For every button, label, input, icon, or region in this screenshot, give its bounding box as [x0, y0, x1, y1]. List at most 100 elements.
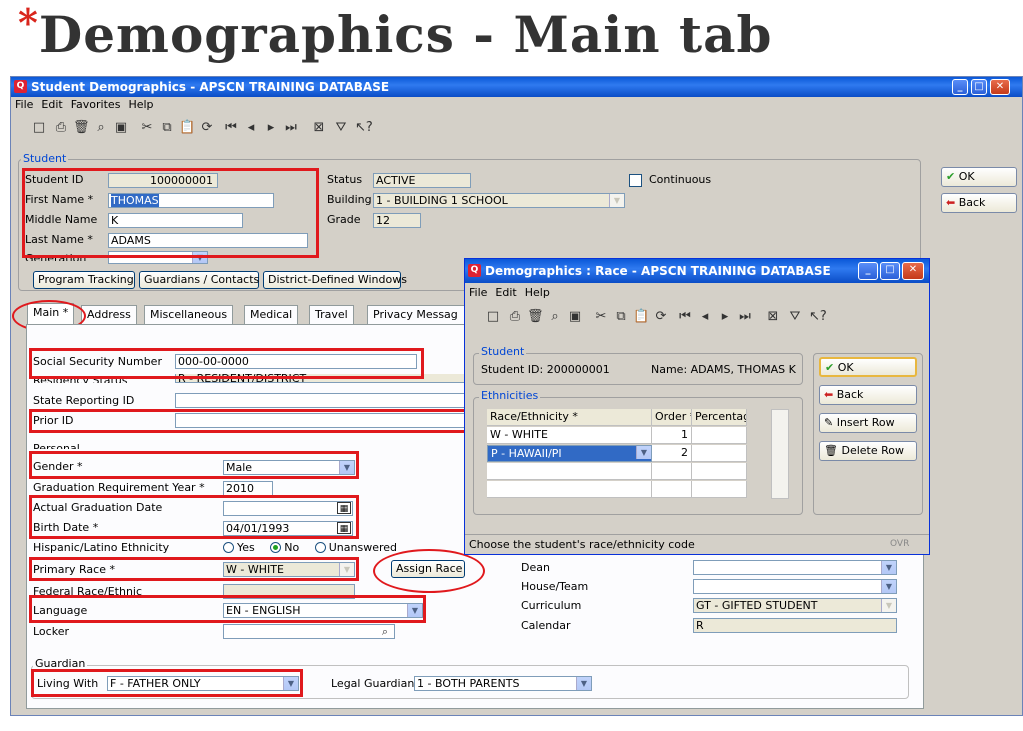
- annotation-box-race: [29, 557, 359, 581]
- continuous-checkbox[interactable]: [629, 174, 642, 187]
- tab-miscellaneous[interactable]: Miscellaneous: [144, 305, 234, 325]
- tab-privacy[interactable]: Privacy Messag: [367, 305, 465, 325]
- program-tracking-button[interactable]: Program Tracking: [33, 271, 135, 289]
- grad-year-field[interactable]: 2010: [223, 481, 273, 496]
- tab-address[interactable]: Address: [81, 305, 137, 325]
- pencil-icon: ✎: [824, 416, 834, 429]
- menu-help[interactable]: Help: [525, 286, 550, 299]
- delete-icon[interactable]: 🗑: [527, 309, 544, 325]
- race-dialog: Q Demographics : Race - APSCN TRAINING D…: [464, 258, 930, 555]
- copy-icon[interactable]: ⧉: [159, 120, 175, 136]
- paste-icon[interactable]: 📋: [179, 120, 195, 136]
- empty-cell[interactable]: [652, 463, 692, 480]
- dean-select[interactable]: ▼: [693, 560, 897, 575]
- race-ok-button[interactable]: ✔ OK: [819, 357, 917, 377]
- empty-cell[interactable]: [487, 463, 652, 480]
- print-icon[interactable]: ⎙: [507, 309, 523, 325]
- app-icon: Q: [468, 264, 481, 277]
- prev-record-icon[interactable]: ◂: [697, 309, 713, 325]
- open-icon[interactable]: ⌕: [93, 120, 109, 136]
- race-student-group-label: Student: [479, 345, 527, 358]
- minimize-button[interactable]: _: [858, 262, 878, 280]
- empty-cell[interactable]: [692, 463, 747, 480]
- exit-icon[interactable]: ⊠: [311, 120, 327, 136]
- refresh-icon[interactable]: ⟳: [653, 309, 669, 325]
- empty-cell[interactable]: [652, 481, 692, 498]
- radio-no-label: No: [284, 541, 300, 554]
- grade-field: 12: [373, 213, 421, 228]
- close-button[interactable]: ✕: [990, 79, 1010, 95]
- slide-title: *Demographics - Main tab: [18, 4, 772, 66]
- empty-cell[interactable]: [692, 481, 747, 498]
- race-cell-selected[interactable]: P - HAWAII/PI ▼: [487, 445, 652, 462]
- order-cell[interactable]: 1: [652, 427, 692, 444]
- title-star: *: [18, 0, 39, 45]
- new-icon[interactable]: □: [31, 120, 47, 136]
- pct-cell[interactable]: [692, 445, 747, 462]
- order-cell[interactable]: 2: [652, 445, 692, 462]
- save-icon[interactable]: ▣: [113, 120, 129, 136]
- menu-edit[interactable]: Edit: [495, 286, 516, 299]
- print-icon[interactable]: ⎙: [53, 120, 69, 136]
- exit-icon[interactable]: ⊠: [765, 309, 781, 325]
- first-record-icon[interactable]: ⏮: [223, 120, 239, 136]
- menu-favorites[interactable]: Favorites: [71, 98, 121, 111]
- next-record-icon[interactable]: ▸: [263, 120, 279, 136]
- last-record-icon[interactable]: ⏭: [283, 120, 299, 136]
- annotation-oval-assign-race: [373, 549, 485, 593]
- close-button[interactable]: ✕: [902, 262, 924, 280]
- menu-file[interactable]: File: [469, 286, 487, 299]
- insert-row-button[interactable]: ✎ Insert Row: [819, 413, 917, 433]
- ok-button[interactable]: ✔ OK: [941, 167, 1017, 187]
- new-icon[interactable]: □: [485, 309, 501, 325]
- locker-field[interactable]: ⌕: [223, 624, 395, 639]
- delete-row-button[interactable]: 🗑 Delete Row: [819, 441, 917, 461]
- radio-yes[interactable]: [223, 542, 234, 553]
- back-button[interactable]: ⬅ Back: [941, 193, 1017, 213]
- radio-unanswered[interactable]: [314, 542, 326, 553]
- district-windows-button[interactable]: District-Defined Windows: [263, 271, 407, 289]
- first-record-icon[interactable]: ⏮: [677, 309, 693, 325]
- tab-medical[interactable]: Medical: [244, 305, 299, 325]
- filter-icon[interactable]: ⛛: [333, 120, 349, 136]
- house-team-label: House/Team: [521, 580, 589, 593]
- house-team-select[interactable]: ▼: [693, 579, 897, 594]
- race-back-button[interactable]: ⬅ Back: [819, 385, 917, 405]
- last-record-icon[interactable]: ⏭: [737, 309, 753, 325]
- radio-no[interactable]: [270, 542, 282, 553]
- empty-cell[interactable]: [487, 481, 652, 498]
- legal-guardian-select[interactable]: 1 - BOTH PARENTS ▼: [414, 676, 592, 691]
- maximize-button[interactable]: □: [880, 262, 900, 280]
- cut-icon[interactable]: ✂: [593, 309, 609, 325]
- open-icon[interactable]: ⌕: [547, 309, 563, 325]
- copy-icon[interactable]: ⧉: [613, 309, 629, 325]
- filter-icon[interactable]: ⛛: [787, 309, 803, 325]
- race-menubar: File Edit Help: [465, 285, 929, 301]
- back-label: Back: [958, 196, 986, 209]
- search-icon[interactable]: ⌕: [376, 625, 394, 638]
- curriculum-value: GT - GIFTED STUDENT: [696, 599, 818, 612]
- prev-record-icon[interactable]: ◂: [243, 120, 259, 136]
- tab-travel[interactable]: Travel: [309, 305, 354, 325]
- race-cell[interactable]: W - WHITE: [487, 427, 652, 444]
- delete-icon[interactable]: 🗑: [73, 120, 90, 136]
- menu-edit[interactable]: Edit: [41, 98, 62, 111]
- next-record-icon[interactable]: ▸: [717, 309, 733, 325]
- state-reporting-field[interactable]: [175, 393, 465, 408]
- minimize-button[interactable]: _: [952, 79, 968, 95]
- save-icon[interactable]: ▣: [567, 309, 583, 325]
- menu-file[interactable]: File: [15, 98, 33, 111]
- help-pointer-icon[interactable]: ↖?: [809, 309, 827, 325]
- paste-icon[interactable]: 📋: [633, 309, 649, 325]
- annotation-box-living-with: [31, 669, 303, 697]
- maximize-button[interactable]: □: [971, 79, 987, 95]
- checkmark-icon: ✔: [946, 170, 956, 183]
- back-arrow-icon: ⬅: [946, 196, 956, 209]
- grid-scrollbar[interactable]: [771, 409, 789, 499]
- pct-cell[interactable]: [692, 427, 747, 444]
- menu-help[interactable]: Help: [128, 98, 153, 111]
- refresh-icon[interactable]: ⟳: [199, 120, 215, 136]
- guardians-contacts-button[interactable]: Guardians / Contacts: [139, 271, 259, 289]
- help-pointer-icon[interactable]: ↖?: [355, 120, 373, 136]
- cut-icon[interactable]: ✂: [139, 120, 155, 136]
